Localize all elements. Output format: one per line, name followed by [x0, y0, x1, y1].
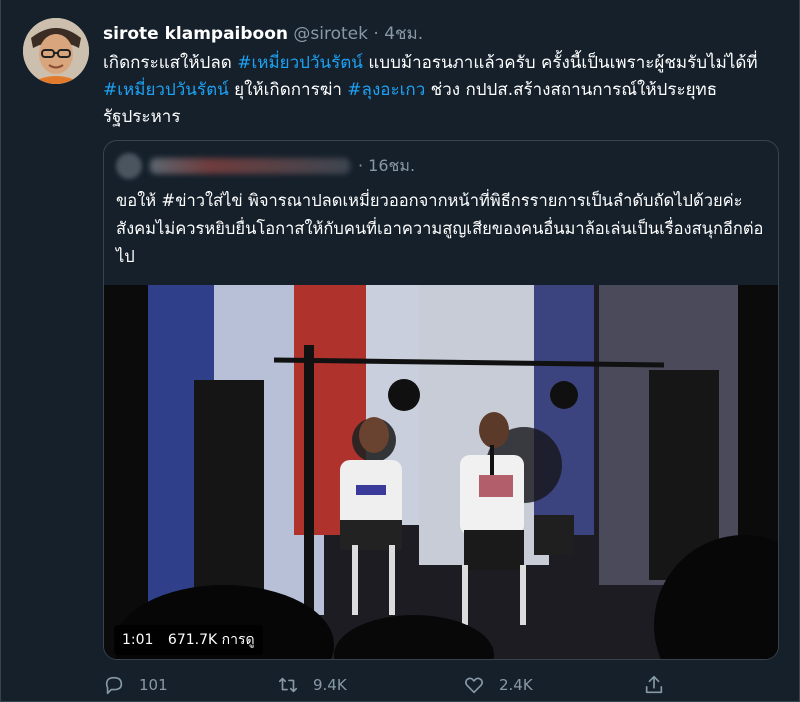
- like-count: 2.4K: [499, 676, 533, 694]
- tweet-timestamp[interactable]: 4ชม.: [384, 24, 423, 44]
- retweet-button[interactable]: 9.4K: [277, 674, 347, 696]
- tweet[interactable]: sirote klampaiboon @sirotek · 4ชม. เกิดก…: [0, 0, 800, 702]
- quoted-tweet-text: ขอให้ #ข่าวใส่ไข่ พิจารณาปลดเหมี่ยวออกจา…: [116, 191, 764, 266]
- retweet-count: 9.4K: [313, 676, 347, 694]
- retweet-icon: [278, 677, 298, 693]
- video-duration: 1:01: [122, 632, 154, 648]
- author-name[interactable]: sirote klampaiboon: [103, 24, 288, 44]
- video-thumbnail: [104, 285, 778, 659]
- tweet-actions: 101 9.4K 2.4K: [103, 674, 683, 698]
- hashtag-link[interactable]: #เหมี่ยวปวันรัตน์: [237, 53, 363, 73]
- like-button[interactable]: 2.4K: [463, 674, 533, 696]
- hashtag-link[interactable]: #เหมี่ยวปวันรัตน์: [103, 80, 229, 100]
- separator-dot: ·: [373, 24, 379, 44]
- tweet-body: เกิดกระแสให้ปลด #เหมี่ยวปวันรัตน์ แบบม้า…: [103, 50, 783, 131]
- like-icon: [465, 677, 483, 694]
- tweet-text-segment: ยุให้เกิดการฆ่า: [228, 80, 348, 100]
- tweet-header: sirote klampaiboon @sirotek · 4ชม.: [103, 20, 423, 47]
- tweet-text-segment: แบบม้าอรนภาแล้วครับ ครั้งนี้เป็นเพราะผู้…: [362, 53, 758, 73]
- reply-button[interactable]: 101: [103, 674, 168, 696]
- quoted-tweet[interactable]: · 16ชม. ขอให้ #ข่าวใส่ไข่ พิจารณาปลดเหมี…: [103, 140, 779, 660]
- author-handle[interactable]: @sirotek: [293, 24, 368, 44]
- share-icon: [645, 675, 663, 694]
- video-view-count: 671.7K การดู: [167, 632, 255, 648]
- share-button[interactable]: [643, 674, 665, 696]
- quoted-author-name-blurred: [150, 158, 350, 174]
- hashtag-link[interactable]: #ลุงอะเกว: [347, 80, 425, 100]
- author-avatar[interactable]: [23, 18, 89, 84]
- video-info-badge: 1:01 671.7K การดู: [114, 625, 263, 655]
- tweet-text-segment: เกิดกระแสให้ปลด: [103, 53, 238, 73]
- quoted-tweet-timestamp[interactable]: · 16ชม.: [358, 154, 415, 179]
- quoted-author-avatar-blurred: [116, 153, 142, 179]
- quoted-tweet-header: · 16ชม.: [116, 153, 415, 179]
- video-player[interactable]: 1:01 671.7K การดู: [104, 285, 778, 659]
- reply-icon: [105, 676, 123, 695]
- reply-count: 101: [139, 676, 168, 694]
